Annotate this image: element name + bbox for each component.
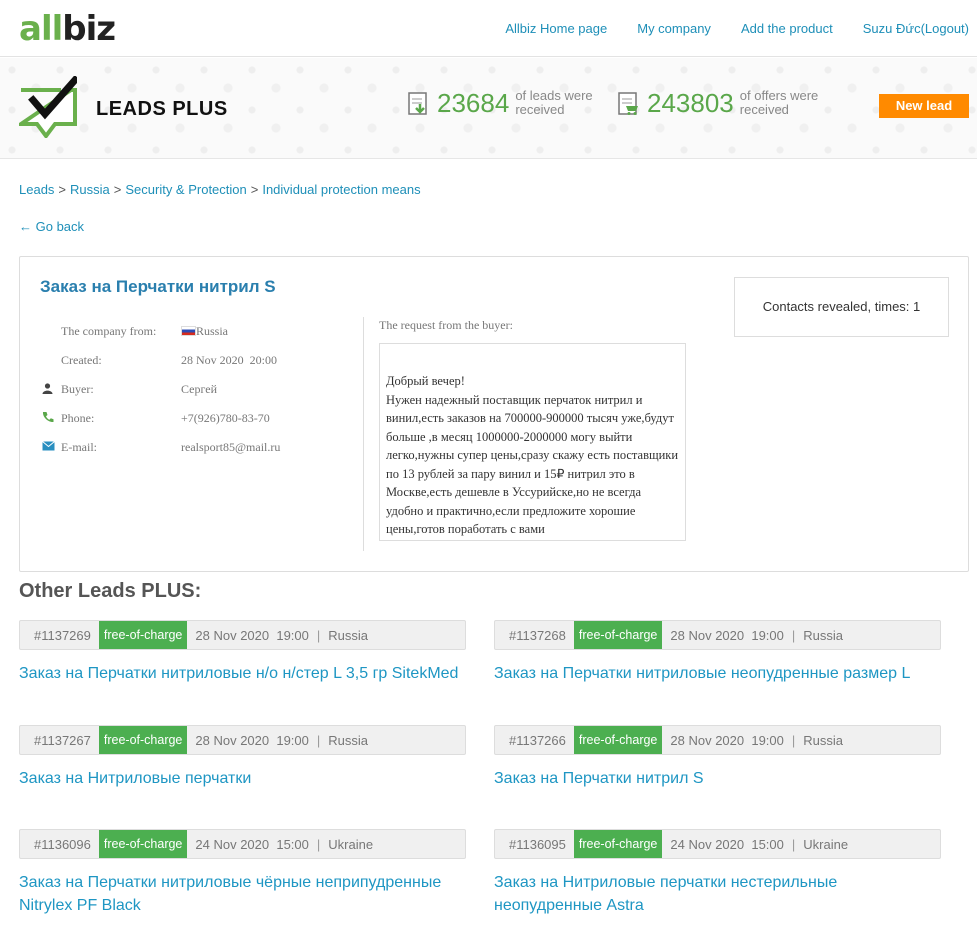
top-nav: Allbiz Home page My company Add the prod… [505, 21, 969, 36]
lead-details: The company from: Russia Created: 28 Nov… [42, 317, 280, 462]
created-value: 28 Nov 2020 20:00 [181, 353, 277, 367]
nav-logout[interactable]: Suzu Đức(Logout) [863, 21, 969, 36]
breadcrumb-russia[interactable]: Russia [70, 182, 110, 197]
other-leads-title: Other Leads PLUS: [19, 580, 202, 602]
document-cart-icon [618, 92, 638, 115]
lead-meta: #1136096 free-of-charge 24 Nov 2020 15:0… [19, 829, 466, 859]
phone-label: Phone: [61, 411, 95, 425]
buyer-value: Сергей [181, 382, 217, 396]
email-label: E-mail: [61, 440, 97, 454]
lead-meta: #1137268 free-of-charge 28 Nov 2020 19:0… [494, 620, 941, 650]
nav-allbiz-home[interactable]: Allbiz Home page [505, 21, 607, 36]
document-arrow-icon [408, 92, 427, 115]
lead-country: Russia [803, 732, 844, 748]
request-text[interactable]: Добрый вечер! Нужен надежный поставщик п… [379, 343, 686, 541]
checkmark-badge-icon [19, 76, 77, 138]
leads-stat: 23684 of leads were received [407, 88, 635, 118]
buyer-label: Buyer: [61, 382, 94, 396]
lead-id: #1137269 [34, 627, 91, 643]
lead-id: #1136096 [34, 836, 91, 852]
request-label: The request from the buyer: [379, 318, 513, 332]
lead-country: Russia [803, 627, 844, 643]
company-country: Russia [196, 324, 229, 338]
banner-title: LEADS PLUS [96, 98, 228, 120]
lead-country: Ukraine [803, 836, 849, 852]
lead-datetime: 28 Nov 2020 19:00 [195, 732, 309, 748]
lead-country: Russia [328, 627, 369, 643]
nav-add-product[interactable]: Add the product [741, 21, 833, 36]
offers-caption: of offers were received [739, 88, 819, 117]
russia-flag-icon [181, 326, 196, 336]
breadcrumb-separator: > [58, 182, 67, 197]
lead-datetime: 28 Nov 2020 19:00 [195, 627, 309, 643]
phone-value[interactable]: +7(926)780-83-70 [181, 411, 270, 426]
free-of-charge-badge: free-of-charge [98, 726, 188, 754]
lead-link[interactable]: Заказ на Перчатки нитриловые чёрные непр… [19, 871, 466, 917]
breadcrumb-separator: > [113, 182, 122, 197]
nav-my-company[interactable]: My company [637, 21, 711, 36]
breadcrumb-separator: > [250, 182, 259, 197]
offers-count: 243803 [647, 88, 734, 118]
email-value[interactable]: realsport85@mail.ru [181, 440, 280, 455]
lead-id: #1137268 [509, 627, 566, 643]
list-item: #1137266 free-of-charge 28 Nov 2020 19:0… [494, 725, 941, 790]
lead-datetime: 28 Nov 2020 19:00 [670, 732, 784, 748]
list-item: #1137268 free-of-charge 28 Nov 2020 19:0… [494, 620, 941, 685]
email-row: E-mail: realsport85@mail.ru [42, 433, 280, 462]
lead-datetime: 24 Nov 2020 15:00 [670, 836, 784, 852]
free-of-charge-badge: free-of-charge [98, 830, 188, 858]
lead-title: Заказ на Перчатки нитрил S [40, 277, 276, 296]
breadcrumb-individual-protection[interactable]: Individual protection means [262, 182, 420, 197]
lead-id: #1137266 [509, 732, 566, 748]
envelope-icon [42, 441, 61, 454]
lead-id: #1137267 [34, 732, 91, 748]
lead-id: #1136095 [509, 836, 566, 852]
free-of-charge-badge: free-of-charge [573, 621, 663, 649]
details-divider [363, 317, 364, 551]
go-back-link[interactable]: ← Go back [19, 219, 84, 234]
list-item: #1136096 free-of-charge 24 Nov 2020 15:0… [19, 829, 466, 917]
lead-country: Russia [328, 732, 369, 748]
list-item: #1136095 free-of-charge 24 Nov 2020 15:0… [494, 829, 941, 917]
user-icon [42, 382, 61, 397]
lead-meta: #1137269 free-of-charge 28 Nov 2020 19:0… [19, 620, 466, 650]
lead-meta: #1137267 free-of-charge 28 Nov 2020 19:0… [19, 725, 466, 755]
created-row: Created: 28 Nov 2020 20:00 [42, 346, 280, 375]
phone-icon [42, 411, 61, 426]
lead-link[interactable]: Заказ на Нитриловые перчатки [19, 767, 466, 790]
logo-prefix: all [19, 9, 63, 49]
lead-datetime: 24 Nov 2020 15:00 [195, 836, 309, 852]
new-lead-button[interactable]: New lead [879, 94, 969, 118]
phone-row: Phone: +7(926)780-83-70 [42, 404, 280, 433]
contacts-revealed-box: Contacts revealed, times: 1 [734, 277, 949, 337]
leads-count: 23684 [437, 88, 510, 118]
logo-suffix: biz [62, 9, 116, 49]
free-of-charge-badge: free-of-charge [98, 621, 188, 649]
allbiz-logo[interactable]: allbiz [19, 9, 116, 49]
lead-country: Ukraine [328, 836, 374, 852]
list-item: #1137269 free-of-charge 28 Nov 2020 19:0… [19, 620, 466, 685]
offers-stat: 243803 of offers were received [617, 88, 860, 118]
lead-card: Заказ на Перчатки нитрил S The company f… [19, 256, 969, 572]
lead-link[interactable]: Заказ на Нитриловые перчатки нестерильны… [494, 871, 941, 917]
breadcrumb: Leads > Russia > Security & Protection > Indiv… [19, 182, 421, 197]
lead-meta: #1137266 free-of-charge 28 Nov 2020 19:0… [494, 725, 941, 755]
company-label: The company from: [61, 324, 157, 338]
created-label: Created: [61, 353, 102, 367]
lead-datetime: 28 Nov 2020 19:00 [670, 627, 784, 643]
lead-link[interactable]: Заказ на Перчатки нитриловые н/о н/стер … [19, 662, 466, 685]
free-of-charge-badge: free-of-charge [573, 726, 663, 754]
free-of-charge-badge: free-of-charge [573, 830, 663, 858]
leads-plus-banner: LEADS PLUS 23684 of leads were received … [0, 58, 977, 159]
lead-link[interactable]: Заказ на Перчатки нитрил S [494, 767, 941, 790]
company-row: The company from: Russia [42, 317, 280, 346]
list-item: #1137267 free-of-charge 28 Nov 2020 19:0… [19, 725, 466, 790]
breadcrumb-leads[interactable]: Leads [19, 182, 54, 197]
breadcrumb-security-protection[interactable]: Security & Protection [125, 182, 246, 197]
lead-link[interactable]: Заказ на Перчатки нитриловые неопудренны… [494, 662, 941, 685]
lead-meta: #1136095 free-of-charge 24 Nov 2020 15:0… [494, 829, 941, 859]
top-header: allbiz Allbiz Home page My company Add t… [0, 0, 977, 57]
buyer-row: Buyer: Сергей [42, 375, 280, 404]
